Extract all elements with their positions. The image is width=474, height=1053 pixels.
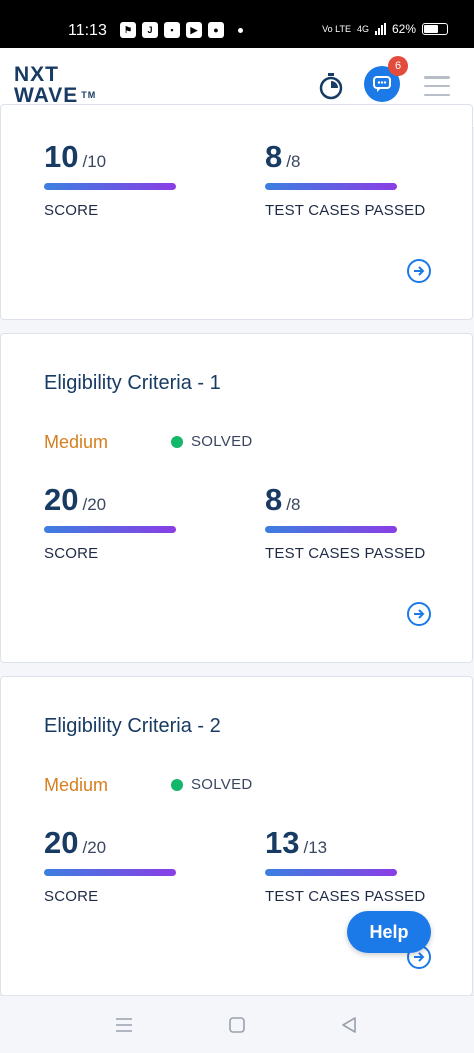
logo-line2: WAVE	[14, 84, 79, 107]
question-card[interactable]: Eligibility Criteria - 1 Medium SOLVED 2…	[0, 333, 473, 663]
droplet-icon: ●	[208, 22, 224, 38]
app-icon: ▪	[164, 22, 180, 38]
solved-dot-icon	[171, 778, 183, 791]
test-cases-label: TEST CASES PASSED	[265, 888, 426, 905]
question-title: Eligibility Criteria - 2	[44, 715, 221, 737]
score-total: /20	[82, 495, 107, 514]
test-cases-total: /13	[303, 838, 328, 857]
score-label: SCORE	[44, 545, 99, 562]
score-value: 20	[44, 825, 79, 860]
back-icon[interactable]	[340, 1016, 358, 1034]
test-cases-metric: 8/8 TEST CASES PASSED	[265, 139, 425, 219]
score-label: SCORE	[44, 888, 99, 905]
notification-icons: ⚑ J ▪ ▶ ●	[120, 22, 243, 38]
arrow-right-icon[interactable]	[407, 602, 431, 626]
score-progress-bar	[44, 183, 176, 190]
score-metric: 10/10 SCORE	[44, 139, 176, 219]
test-cases-value: 8	[265, 139, 283, 174]
status-bar: 11:13 ⚑ J ▪ ▶ ● Vo LTE 4G 62%	[0, 0, 474, 48]
flag-icon: ⚑	[120, 22, 136, 38]
solved-dot-icon	[171, 435, 183, 448]
score-label: SCORE	[44, 202, 99, 219]
test-cases-progress-bar	[265, 183, 397, 190]
score-metric: 20/20 SCORE	[44, 482, 176, 562]
score-total: /10	[82, 152, 107, 171]
score-value: 10	[44, 139, 79, 174]
status-label: SOLVED	[191, 433, 253, 450]
question-card[interactable]: 10/10 SCORE 8/8 TEST CASES PASSED	[0, 104, 473, 320]
score-value: 20	[44, 482, 79, 517]
test-cases-metric: 13/13 TEST CASES PASSED	[265, 825, 425, 905]
battery-icon	[422, 23, 448, 35]
score-progress-bar	[44, 526, 176, 533]
youtube-icon: ▶	[186, 22, 202, 38]
test-cases-total: /8	[286, 152, 301, 171]
test-cases-label: TEST CASES PASSED	[265, 202, 426, 219]
stopwatch-icon[interactable]	[318, 72, 344, 100]
solved-status: SOLVED	[171, 433, 253, 450]
test-cases-progress-bar	[265, 869, 397, 876]
chat-icon	[373, 76, 391, 92]
jio-icon: J	[142, 22, 158, 38]
test-cases-label: TEST CASES PASSED	[265, 545, 426, 562]
hamburger-menu-icon[interactable]	[424, 76, 450, 96]
logo-line1: NXT	[14, 63, 59, 86]
test-cases-total: /8	[286, 495, 301, 514]
score-metric: 20/20 SCORE	[44, 825, 176, 905]
score-total: /20	[82, 838, 107, 857]
test-cases-value: 13	[265, 825, 300, 860]
system-navigation-bar	[0, 995, 474, 1053]
test-cases-value: 8	[265, 482, 283, 517]
more-notifications-icon	[238, 27, 243, 33]
logo-tm: TM	[81, 90, 97, 100]
nxtwave-logo[interactable]: NXT WAVE TM	[14, 64, 96, 106]
home-icon[interactable]	[228, 1016, 246, 1034]
solved-status: SOLVED	[171, 776, 253, 793]
signal-icon	[374, 23, 386, 35]
arrow-right-icon[interactable]	[407, 259, 431, 283]
notification-badge: 6	[388, 56, 408, 76]
difficulty-label: Medium	[44, 775, 109, 795]
difficulty-label: Medium	[44, 432, 109, 452]
test-cases-metric: 8/8 TEST CASES PASSED	[265, 482, 425, 562]
question-title: Eligibility Criteria - 1	[44, 372, 221, 394]
network-label: 4G	[356, 24, 369, 34]
status-right: Vo LTE 4G 62%	[322, 22, 448, 36]
volte-label: Vo LTE	[322, 24, 351, 34]
test-cases-progress-bar	[265, 526, 397, 533]
score-progress-bar	[44, 869, 176, 876]
recent-apps-icon[interactable]	[114, 1016, 134, 1034]
battery-percent: 62%	[391, 22, 416, 36]
status-time: 11:13	[68, 22, 107, 39]
help-button[interactable]: Help	[347, 911, 431, 953]
status-label: SOLVED	[191, 776, 253, 793]
